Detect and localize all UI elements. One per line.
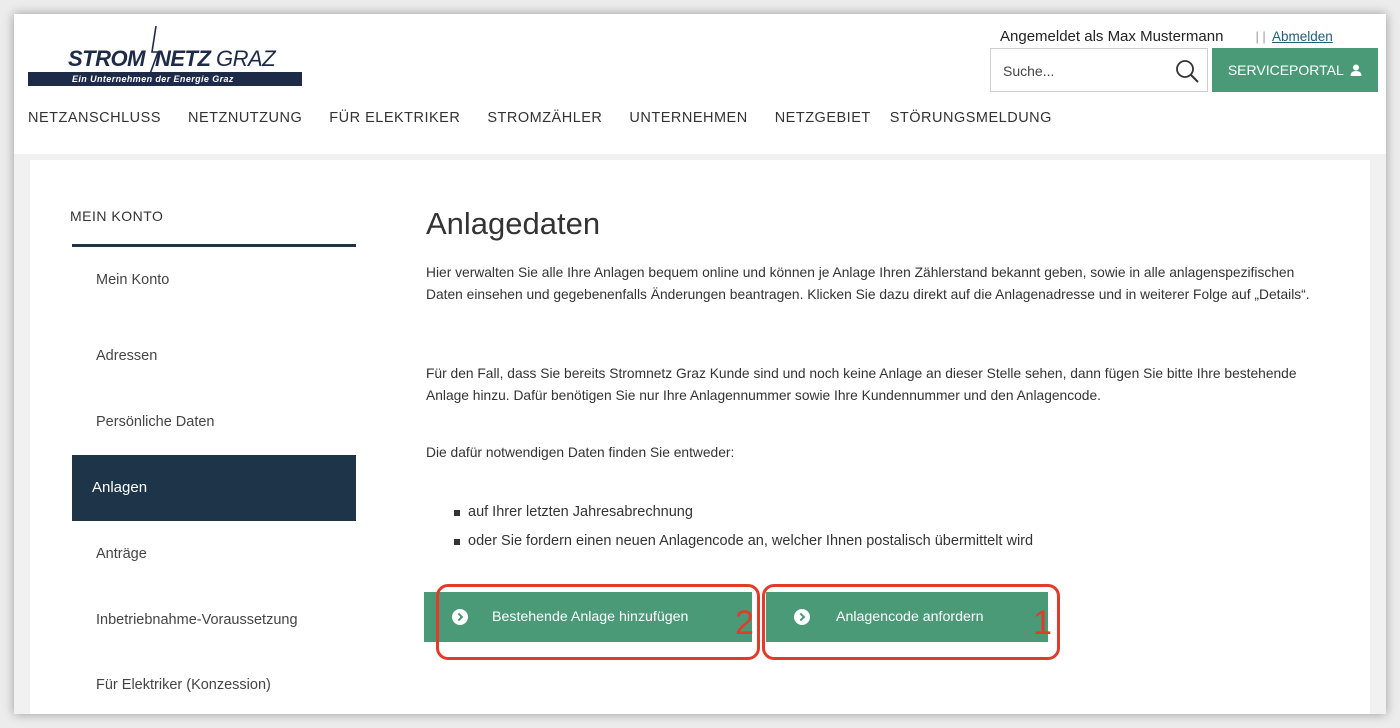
search-icon[interactable] <box>1175 59 1199 83</box>
logout-link[interactable]: Abmelden <box>1272 29 1333 44</box>
request-anlagencode-button[interactable]: Anlagencode anfordern <box>766 592 1048 642</box>
nav-unternehmen[interactable]: UNTERNEHMEN <box>629 110 747 130</box>
annotation-number-2: 2 <box>735 604 754 642</box>
user-status: Angemeldet als Max Mustermann | | Abmelde… <box>1000 28 1333 45</box>
logo-tagline: Ein Unternehmen der Energie Graz <box>28 72 302 86</box>
chevron-right-icon <box>794 609 810 625</box>
add-existing-anlage-button[interactable]: Bestehende Anlage hinzufügen <box>424 592 752 642</box>
sidebar-item-antraege[interactable]: Anträge <box>72 546 356 562</box>
separator: | | <box>1255 29 1266 44</box>
request-anlagencode-label: Anlagencode anfordern <box>836 609 984 625</box>
logged-in-text: Angemeldet als Max Mustermann <box>1000 28 1224 45</box>
list-item: auf Ihrer letzten Jahresabrechnung <box>426 498 1033 527</box>
sidebar-item-fuer-elektriker[interactable]: Für Elektriker (Konzession) <box>72 677 356 693</box>
data-source-list: auf Ihrer letzten Jahresabrechnung oder … <box>426 498 1033 556</box>
sidebar-item-adressen[interactable]: Adressen <box>72 348 356 364</box>
sidebar-item-anlagen[interactable]: Anlagen <box>72 455 356 521</box>
serviceportal-label: SERVICEPORTAL <box>1227 62 1344 78</box>
stromnetz-graz-logo[interactable]: STROM NETZ GRAZ Ein Unternehmen der Energ… <box>28 26 302 88</box>
intro-paragraph: Hier verwalten Sie alle Ihre Anlagen beq… <box>426 265 1310 302</box>
sidebar-item-persoenliche-daten[interactable]: Persönliche Daten <box>72 414 356 430</box>
nav-netznutzung[interactable]: NETZNUTZUNG <box>188 110 302 130</box>
logo-wordmark: STROM NETZ GRAZ <box>68 46 276 71</box>
nav-stoerungsmeldung[interactable]: STÖRUNGSMELDUNG <box>890 110 1052 130</box>
browser-page: STROM NETZ GRAZ Ein Unternehmen der Energ… <box>14 14 1386 714</box>
main-navigation: NETZANSCHLUSS NETZNUTZUNG FÜR ELEKTRIKER… <box>28 110 1079 130</box>
sidebar-title: MEIN KONTO <box>70 208 164 224</box>
data-source-paragraph: Die dafür notwendigen Daten finden Sie e… <box>426 445 735 460</box>
list-item: oder Sie fordern einen neuen Anlagencode… <box>426 527 1033 556</box>
search-input[interactable] <box>1001 57 1165 85</box>
nav-netzanschluss[interactable]: NETZANSCHLUSS <box>28 110 161 130</box>
sidebar-item-mein-konto[interactable]: Mein Konto <box>72 272 356 288</box>
info-paragraph: Für den Fall, dass Sie bereits Stromnetz… <box>426 366 1297 403</box>
sidebar-item-inbetriebnahme[interactable]: Inbetriebnahme-Voraussetzung <box>72 612 356 628</box>
nav-stromzaehler[interactable]: STROMZÄHLER <box>487 110 602 130</box>
serviceportal-button[interactable]: SERVICEPORTAL <box>1212 48 1378 92</box>
annotation-number-1: 1 <box>1033 604 1052 642</box>
nav-netzgebiet[interactable]: NETZGEBIET <box>775 110 871 130</box>
user-icon <box>1350 64 1362 76</box>
search-box <box>990 48 1208 92</box>
sidebar-divider <box>72 244 356 247</box>
add-existing-anlage-label: Bestehende Anlage hinzufügen <box>492 609 689 625</box>
site-header: STROM NETZ GRAZ Ein Unternehmen der Energ… <box>14 14 1386 154</box>
nav-fuer-elektriker[interactable]: FÜR ELEKTRIKER <box>329 110 460 130</box>
chevron-right-icon <box>452 609 468 625</box>
page-title: Anlagedaten <box>426 206 601 241</box>
